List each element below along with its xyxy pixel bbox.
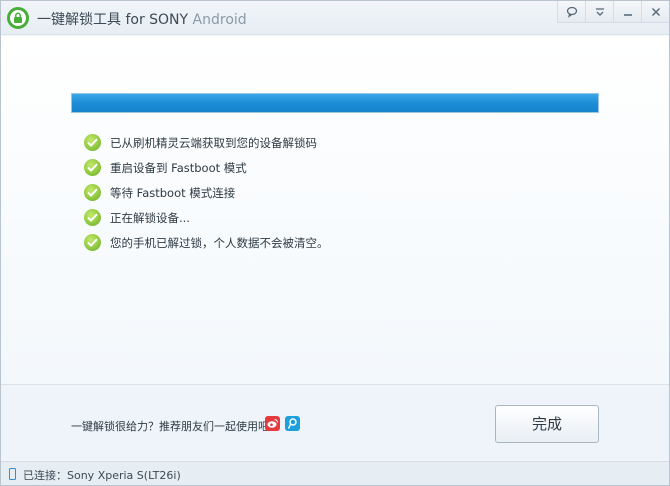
footer-bar: 一键解锁很给力？推荐朋友们一起使用吧！ 完成 [1, 384, 669, 460]
status-bar: 已连接：Sony Xperia S(LT26i) [1, 461, 669, 485]
step-item: 正在解锁设备... [84, 205, 329, 230]
window-title-suffix: Android [188, 12, 247, 28]
tencent-weibo-icon[interactable] [285, 416, 300, 431]
connection-status: 已连接：Sony Xperia S(LT26i) [23, 469, 181, 482]
minimize-button[interactable] [613, 1, 641, 23]
minimize-icon [624, 14, 632, 16]
done-button[interactable]: 完成 [495, 405, 599, 443]
window-title-main: 一键解锁工具 for SONY [37, 12, 189, 28]
menu-icon [596, 8, 604, 16]
menu-button[interactable] [585, 1, 613, 23]
title-bar: 一键解锁工具 for SONY Android [1, 1, 669, 35]
check-icon [84, 234, 101, 251]
step-label: 等待 Fastboot 模式连接 [110, 185, 236, 200]
step-label: 您的手机已解过锁，个人数据不会被清空。 [110, 235, 329, 250]
lock-logo-icon [7, 7, 29, 29]
step-item: 重启设备到 Fastboot 模式 [84, 155, 329, 180]
step-item: 您的手机已解过锁，个人数据不会被清空。 [84, 230, 329, 255]
step-label: 重启设备到 Fastboot 模式 [110, 160, 247, 175]
step-label: 正在解锁设备... [110, 210, 190, 225]
phone-icon [9, 468, 16, 480]
step-item: 已从刷机精灵云端获取到您的设备解锁码 [84, 130, 329, 155]
share-prompt: 一键解锁很给力？推荐朋友们一起使用吧！ [71, 420, 280, 433]
weibo-icon[interactable] [265, 416, 280, 431]
progress-fill [72, 94, 598, 112]
main-content: 已从刷机精灵云端获取到您的设备解锁码 重启设备到 Fastboot 模式 等待 … [1, 36, 669, 384]
close-button[interactable] [641, 1, 669, 23]
feedback-icon [566, 6, 578, 18]
step-item: 等待 Fastboot 模式连接 [84, 180, 329, 205]
window-title: 一键解锁工具 for SONY Android [37, 9, 247, 29]
close-icon [651, 7, 661, 17]
step-label: 已从刷机精灵云端获取到您的设备解锁码 [110, 135, 317, 150]
window-controls [557, 1, 669, 25]
check-icon [84, 209, 101, 226]
unlock-steps-list: 已从刷机精灵云端获取到您的设备解锁码 重启设备到 Fastboot 模式 等待 … [84, 130, 329, 255]
unlock-progress-bar [71, 93, 599, 113]
app-window: 一键解锁工具 for SONY Android 已从刷机精灵云端获取到您的设备解… [0, 0, 670, 486]
check-icon [84, 159, 101, 176]
check-icon [84, 184, 101, 201]
check-icon [84, 134, 101, 151]
feedback-button[interactable] [557, 1, 585, 23]
